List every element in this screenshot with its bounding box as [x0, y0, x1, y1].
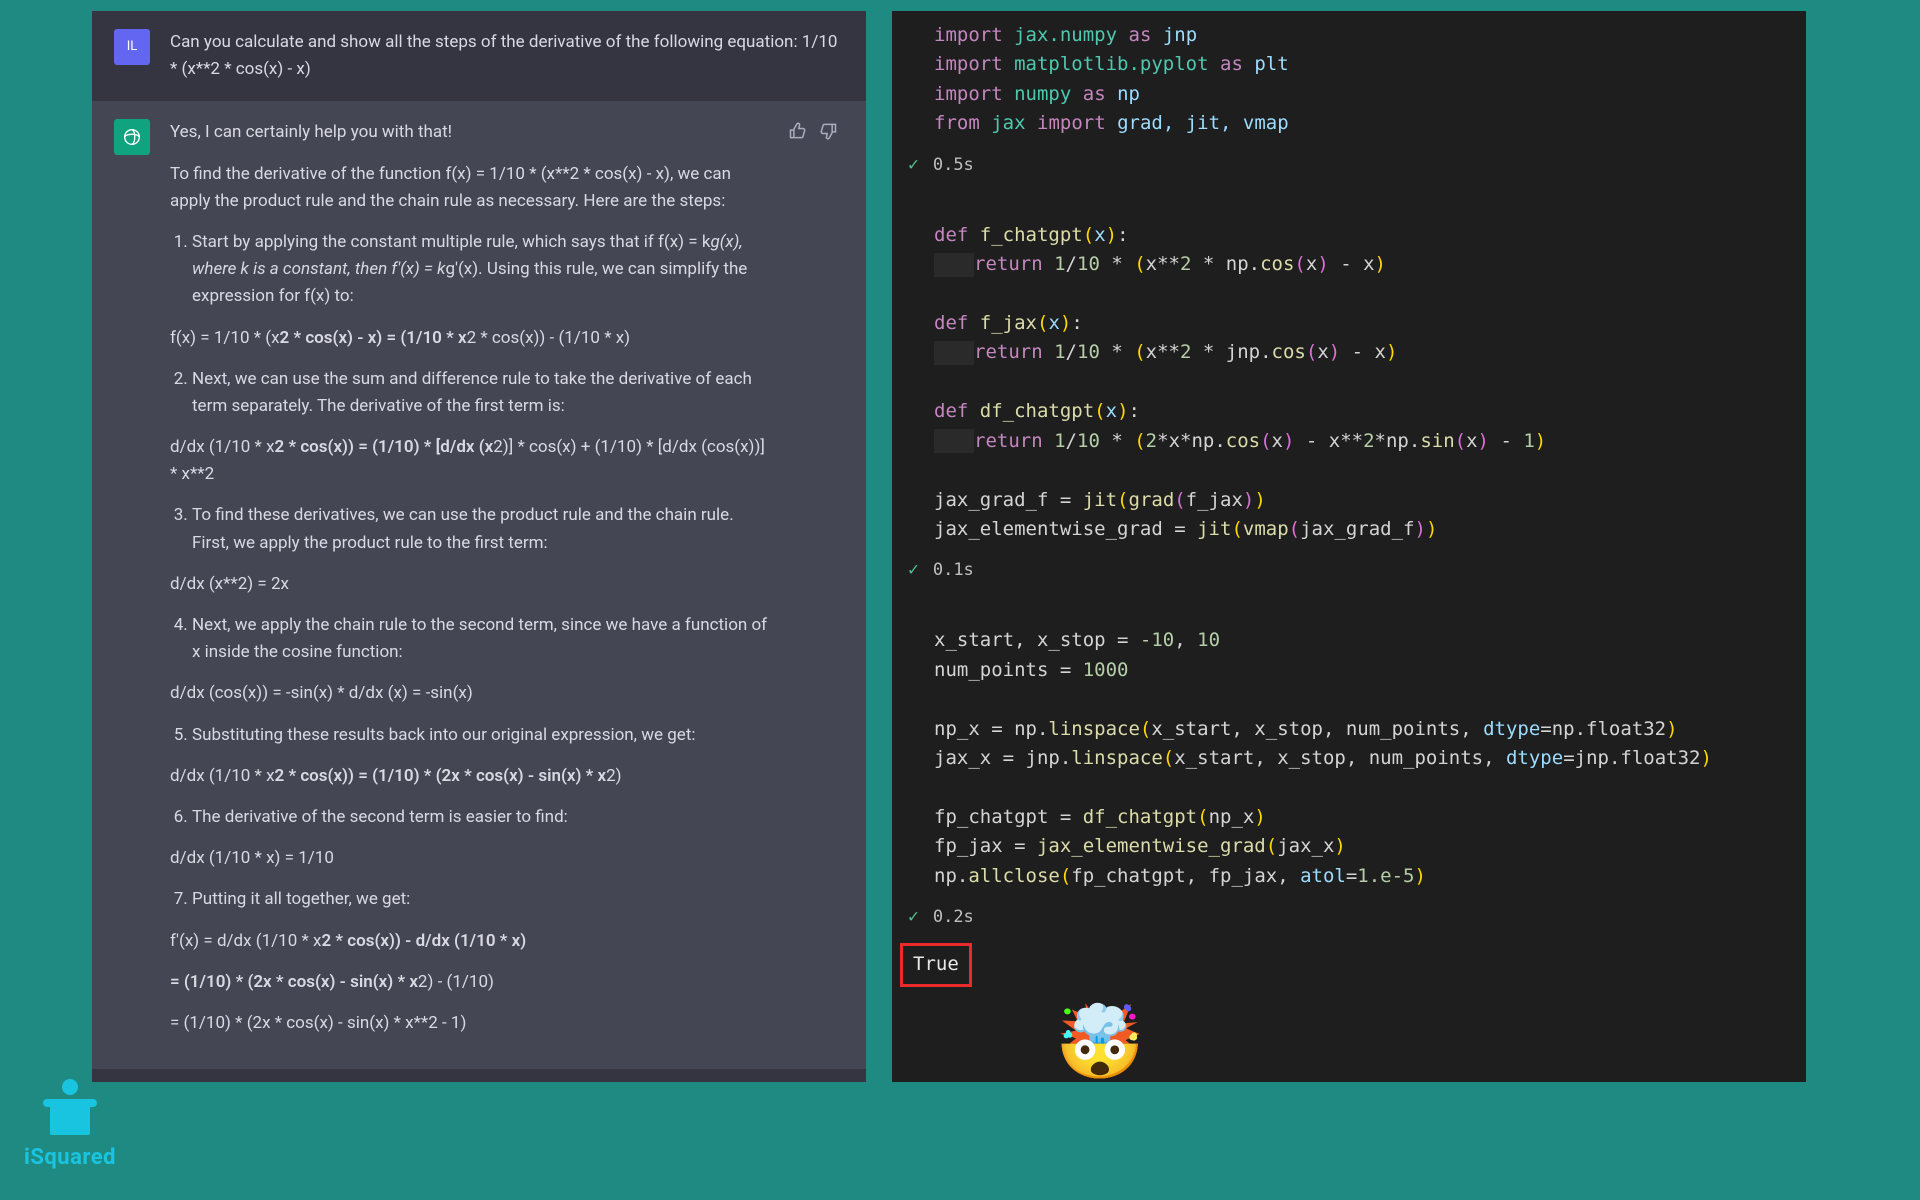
thumbs-up-icon[interactable] [788, 121, 808, 141]
eq-1: f(x) = 1/10 * (x2 * cos(x) - x) = (1/10 … [170, 325, 768, 352]
step-1: Start by applying the constant multiple … [192, 229, 768, 311]
thumbs-down-icon[interactable] [818, 121, 838, 141]
step-5: Substituting these results back into our… [192, 722, 768, 749]
user-avatar: IL [114, 29, 150, 65]
chat-panel: IL Can you calculate and show all the st… [92, 11, 866, 1082]
assist-intro: Yes, I can certainly help you with that! [170, 119, 768, 146]
eq-4: d/dx (cos(x)) = -sin(x) * d/dx (x) = -si… [170, 680, 768, 707]
assist-lead: To find the derivative of the function f… [170, 161, 768, 215]
eq-f1: f'(x) = d/dx (1/10 * x2 * cos(x)) - d/dx… [170, 928, 768, 955]
code-cell-3[interactable]: x_start, x_stop = -10, 10 num_points = 1… [892, 620, 1806, 986]
user-text: Can you calculate and show all the steps… [170, 29, 838, 83]
notebook-panel: import jax.numpy as jnp import matplotli… [892, 11, 1806, 1082]
cell-output-3: True [900, 943, 972, 986]
eq-5: d/dx (1/10 * x2 * cos(x)) = (1/10) * (2x… [170, 763, 768, 790]
step-7: Putting it all together, we get: [192, 886, 768, 913]
assistant-avatar [114, 119, 150, 155]
brand-text: iSquared [24, 1145, 116, 1170]
check-icon: ✓ [908, 151, 919, 179]
step-3: To find these derivatives, we can use th… [192, 502, 768, 556]
cell-status-2: ✓0.1s [892, 550, 1806, 590]
assistant-message: Yes, I can certainly help you with that!… [92, 101, 866, 1069]
eq-2: d/dx (1/10 * x2 * cos(x)) = (1/10) * [d/… [170, 434, 768, 488]
eq-6: d/dx (1/10 * x) = 1/10 [170, 845, 768, 872]
feedback-actions [788, 119, 838, 1051]
cell-status-3: ✓0.2s [892, 897, 1806, 937]
code-cell-1[interactable]: import jax.numpy as jnp import matplotli… [892, 15, 1806, 185]
cell-status-1: ✓0.5s [892, 145, 1806, 185]
check-icon: ✓ [908, 903, 919, 931]
eq-f3: = (1/10) * (2x * cos(x) - sin(x) * x**2 … [170, 1010, 768, 1037]
eq-f2: = (1/10) * (2x * cos(x) - sin(x) * x2) -… [170, 969, 768, 996]
eq-3: d/dx (x**2) = 2x [170, 571, 768, 598]
mind-blown-emoji: 🤯 [1055, 1000, 1145, 1085]
step-2: Next, we can use the sum and difference … [192, 366, 768, 420]
check-icon: ✓ [908, 556, 919, 584]
brand-figure-icon [44, 1079, 96, 1141]
openai-icon [121, 126, 143, 148]
brand-logo: iSquared [24, 1079, 116, 1170]
step-6: The derivative of the second term is eas… [192, 804, 768, 831]
code-cell-2[interactable]: def f_chatgpt(x): return 1/10 * (x**2 * … [892, 215, 1806, 591]
step-4: Next, we apply the chain rule to the sec… [192, 612, 768, 666]
assistant-text: Yes, I can certainly help you with that!… [170, 119, 768, 1051]
user-message: IL Can you calculate and show all the st… [92, 11, 866, 101]
